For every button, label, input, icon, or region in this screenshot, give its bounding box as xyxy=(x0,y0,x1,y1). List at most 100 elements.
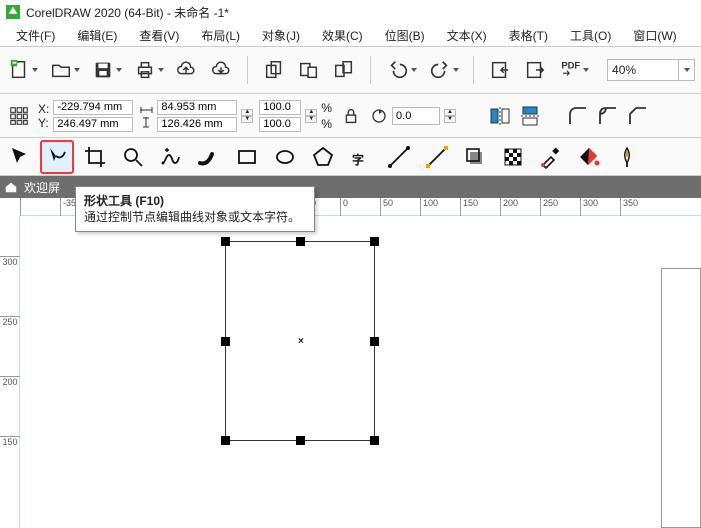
mirror-h-icon[interactable] xyxy=(488,104,512,128)
app-logo-icon xyxy=(6,5,20,19)
menu-window[interactable]: 窗口(W) xyxy=(623,25,686,46)
fill-tool[interactable] xyxy=(572,140,606,174)
save-button[interactable] xyxy=(90,57,122,83)
vertical-ruler: 300 250 200 150 xyxy=(0,216,20,528)
cloud-down-icon[interactable] xyxy=(209,57,234,83)
separator xyxy=(370,56,371,84)
toolbox: 字 xyxy=(0,138,701,176)
selected-rectangle[interactable]: × xyxy=(225,241,375,441)
paste-icon[interactable] xyxy=(297,57,322,83)
scale-group: ▲▼ %% xyxy=(259,100,332,132)
separator xyxy=(247,56,248,84)
publish-pdf-button[interactable]: PDF xyxy=(557,57,589,83)
mirror-v-icon[interactable] xyxy=(518,104,542,128)
rotation-input[interactable] xyxy=(392,107,440,125)
welcome-tab[interactable]: 欢迎屏 xyxy=(24,179,60,196)
round-corner-icon[interactable] xyxy=(566,104,590,128)
menu-table[interactable]: 表格(T) xyxy=(499,25,558,46)
menu-view[interactable]: 查看(V) xyxy=(129,25,189,46)
x-label: X: xyxy=(38,102,49,116)
shape-tool[interactable] xyxy=(40,140,74,174)
zoom-value: 40% xyxy=(608,63,678,77)
export-icon[interactable] xyxy=(522,57,547,83)
zoom-tool[interactable] xyxy=(116,140,150,174)
separator xyxy=(473,56,474,84)
undo-button[interactable] xyxy=(385,57,417,83)
menu-bitmap[interactable]: 位图(B) xyxy=(375,25,435,46)
page-edge xyxy=(661,268,701,528)
menu-file[interactable]: 文件(F) xyxy=(6,25,65,46)
print-button[interactable] xyxy=(132,57,164,83)
window-title: CorelDRAW 2020 (64-Bit) - 未命名 -1* xyxy=(26,4,229,21)
rotation-group: ▲▼ xyxy=(370,107,456,125)
polygon-tool[interactable] xyxy=(306,140,340,174)
text-tool[interactable]: 字 xyxy=(344,140,378,174)
x-position-input[interactable] xyxy=(53,100,133,115)
transparency-tool[interactable] xyxy=(496,140,530,174)
scallop-corner-icon[interactable] xyxy=(596,104,620,128)
menu-edit[interactable]: 编辑(E) xyxy=(67,25,127,46)
duplicate-icon[interactable] xyxy=(331,57,356,83)
lock-ratio-icon[interactable] xyxy=(338,103,364,129)
artistic-media-tool[interactable] xyxy=(192,140,226,174)
tooltip-body: 通过控制节点编辑曲线对象或文本字符。 xyxy=(84,210,300,224)
rotation-spinner[interactable]: ▲▼ xyxy=(444,109,456,123)
tooltip-title: 形状工具 (F10) xyxy=(84,194,164,208)
width-icon xyxy=(139,104,153,116)
menu-effect[interactable]: 效果(C) xyxy=(312,25,373,46)
copy-icon[interactable] xyxy=(262,57,287,83)
drop-shadow-tool[interactable] xyxy=(458,140,492,174)
rectangle-tool[interactable] xyxy=(230,140,264,174)
y-position-input[interactable] xyxy=(53,117,133,132)
menu-layout[interactable]: 布局(L) xyxy=(191,25,250,46)
shape-tool-tooltip: 形状工具 (F10) 通过控制节点编辑曲线对象或文本字符。 xyxy=(75,186,315,232)
crop-tool[interactable] xyxy=(78,140,112,174)
object-origin-icon[interactable] xyxy=(6,103,32,129)
scale-y-input[interactable] xyxy=(259,117,301,132)
property-bar: X:Y: ▲▼ ▲▼ %% ▲▼ xyxy=(0,94,701,138)
position-group: X:Y: xyxy=(38,100,133,132)
handle-mr[interactable] xyxy=(370,337,379,346)
import-icon[interactable] xyxy=(488,57,513,83)
svg-text:PDF: PDF xyxy=(561,59,580,70)
outline-pen-tool[interactable] xyxy=(610,140,644,174)
scale-x-input[interactable] xyxy=(259,100,301,115)
menu-text[interactable]: 文本(X) xyxy=(437,25,497,46)
menu-bar: 文件(F) 编辑(E) 查看(V) 布局(L) 对象(J) 效果(C) 位图(B… xyxy=(0,24,701,46)
handle-bc[interactable] xyxy=(296,436,305,445)
zoom-level-combo[interactable]: 40% xyxy=(607,59,695,81)
handle-tl[interactable] xyxy=(221,237,230,246)
new-document-button[interactable] xyxy=(6,57,38,83)
height-icon xyxy=(139,116,153,128)
y-label: Y: xyxy=(38,116,49,130)
home-icon[interactable] xyxy=(4,180,18,194)
height-input[interactable] xyxy=(157,117,237,132)
freehand-tool[interactable] xyxy=(154,140,188,174)
size-group: ▲▼ xyxy=(139,100,253,132)
menu-object[interactable]: 对象(J) xyxy=(252,25,310,46)
width-input[interactable] xyxy=(157,100,237,115)
svg-text:字: 字 xyxy=(352,152,364,167)
eyedropper-tool[interactable] xyxy=(534,140,568,174)
standard-toolbar: PDF 40% xyxy=(0,46,701,94)
rotation-icon xyxy=(370,107,388,125)
handle-tr[interactable] xyxy=(370,237,379,246)
handle-ml[interactable] xyxy=(221,337,230,346)
scale-spinner[interactable]: ▲▼ xyxy=(305,109,317,123)
open-button[interactable] xyxy=(48,57,80,83)
pick-tool[interactable] xyxy=(2,140,36,174)
ellipse-tool[interactable] xyxy=(268,140,302,174)
canvas-area[interactable]: -350 -300 -250 -200 -150 -100 -50 0 50 1… xyxy=(0,198,701,528)
menu-tools[interactable]: 工具(O) xyxy=(560,25,621,46)
connector-tool[interactable] xyxy=(420,140,454,174)
handle-bl[interactable] xyxy=(221,436,230,445)
chamfer-corner-icon[interactable] xyxy=(626,104,650,128)
dimension-tool[interactable] xyxy=(382,140,416,174)
handle-br[interactable] xyxy=(370,436,379,445)
cloud-up-icon[interactable] xyxy=(174,57,199,83)
handle-tc[interactable] xyxy=(296,237,305,246)
title-bar: CorelDRAW 2020 (64-Bit) - 未命名 -1* xyxy=(0,0,701,24)
size-spinner[interactable]: ▲▼ xyxy=(241,109,253,123)
redo-button[interactable] xyxy=(427,57,459,83)
center-marker: × xyxy=(298,336,304,347)
